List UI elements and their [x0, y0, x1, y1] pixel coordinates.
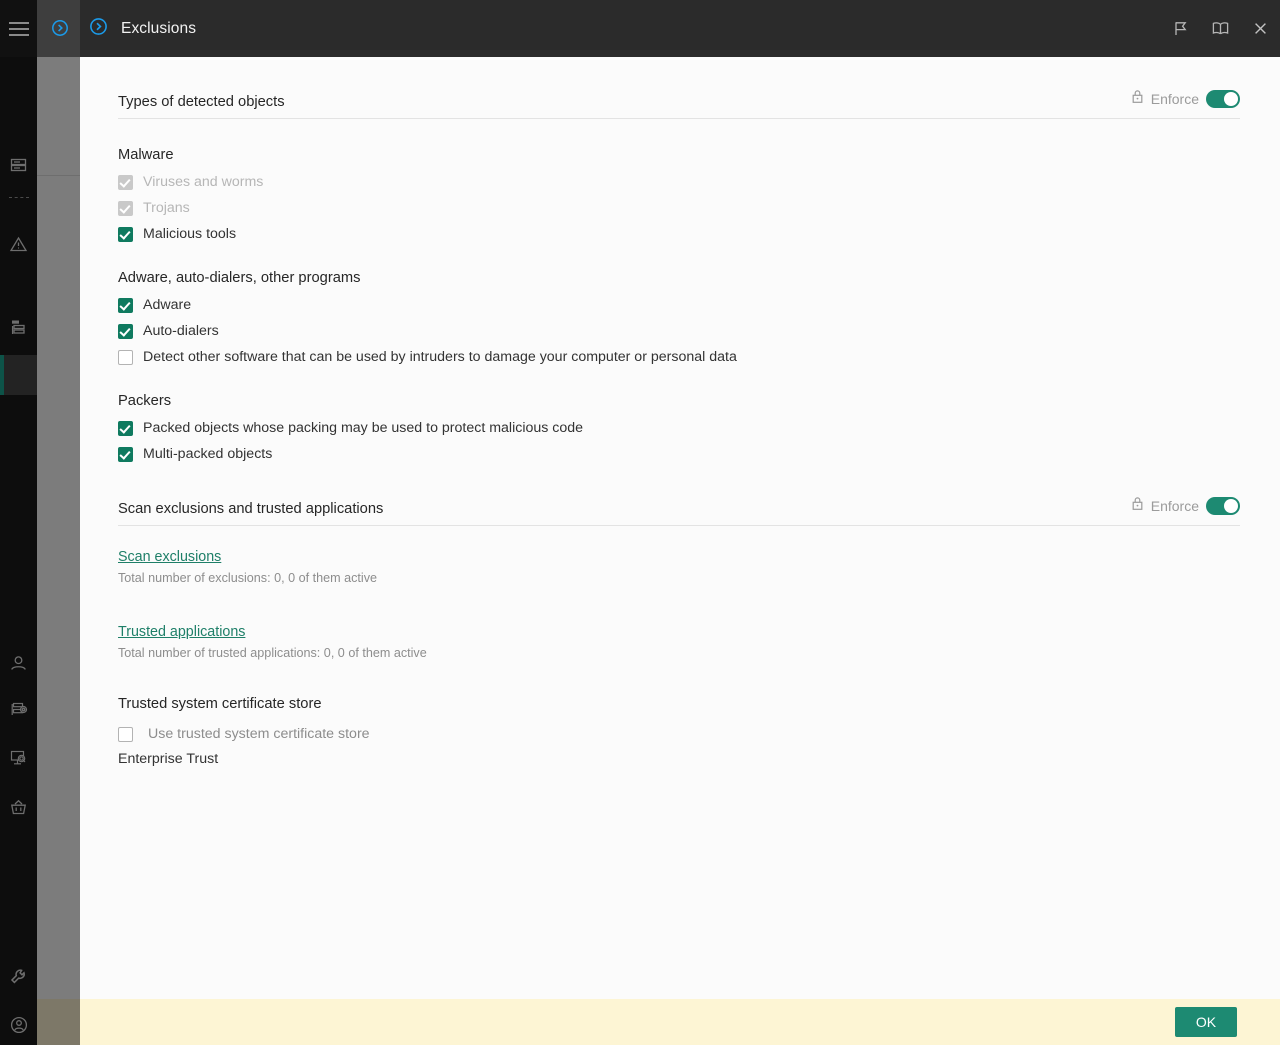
- monitor-search-icon: [9, 749, 29, 767]
- dialog-header: Exclusions: [80, 0, 1280, 57]
- sidebar-item-device-settings[interactable]: [0, 690, 37, 730]
- checkbox-label: Multi-packed objects: [143, 447, 272, 461]
- section-header-scan-exclusions: Scan exclusions and trusted applications…: [118, 496, 1240, 526]
- enforce-toggle[interactable]: [1206, 90, 1240, 108]
- hamburger-menu-icon: [9, 22, 29, 36]
- sidebar-item-policies[interactable]: [0, 307, 37, 347]
- sidebar-nav: [0, 57, 37, 1045]
- checkbox-label: Viruses and worms: [143, 175, 263, 189]
- account-circle-icon: [9, 1015, 29, 1035]
- modal-backdrop: [37, 0, 80, 1045]
- policy-icon: [9, 319, 28, 336]
- checkbox-row-detect-other-software[interactable]: Detect other software that can be used b…: [118, 350, 1240, 365]
- sidebar-menu-button[interactable]: [0, 0, 37, 57]
- section-header-detected-objects: Types of detected objects Enforce: [118, 89, 1240, 119]
- checkbox-row-multi-packed-objects[interactable]: Multi-packed objects: [118, 447, 1240, 462]
- trusted-applications-link[interactable]: Trusted applications: [118, 624, 245, 640]
- checkbox-label: Malicious tools: [143, 227, 236, 241]
- toggle-knob: [1224, 499, 1238, 513]
- checkbox-row-trojans[interactable]: Trojans: [118, 201, 1240, 216]
- person-icon: [9, 655, 28, 672]
- scan-exclusions-subtext: Total number of exclusions: 0, 0 of them…: [118, 571, 1240, 585]
- sidebar-item-alerts[interactable]: [0, 224, 37, 264]
- checkbox-use-trusted-certificate-store: [118, 727, 133, 742]
- checkbox-viruses-and-worms: [118, 175, 133, 190]
- server-icon: [9, 157, 28, 173]
- checkbox-malicious-tools: [118, 227, 133, 242]
- checkbox-detect-other-software: [118, 350, 133, 365]
- checkbox-label: Adware: [143, 298, 191, 312]
- exclusions-dialog: Exclusions: [80, 0, 1280, 1045]
- sidebar-item-settings-active[interactable]: [0, 355, 37, 395]
- backdrop-footer-strip: [37, 999, 80, 1045]
- backdrop-header-strip: [37, 0, 80, 57]
- ok-button[interactable]: OK: [1175, 1007, 1237, 1037]
- close-icon: [1252, 20, 1269, 37]
- screen: Exclusions: [0, 0, 1280, 1045]
- list-gear-icon: [9, 701, 29, 719]
- wrench-icon: [9, 968, 28, 986]
- enforce-control-detected-objects[interactable]: Enforce: [1131, 89, 1240, 110]
- section-title: Scan exclusions and trusted applications: [118, 501, 383, 517]
- checkbox-label: Auto-dialers: [143, 324, 219, 338]
- app-sidebar: [0, 0, 37, 1045]
- dialog-body: Types of detected objects Enforce: [80, 57, 1280, 999]
- sidebar-item-monitoring[interactable]: [0, 145, 37, 185]
- checkbox-packed-objects: [118, 421, 133, 436]
- sidebar-item-account[interactable]: [0, 1005, 37, 1045]
- circle-arrow-right-icon: [89, 17, 108, 41]
- enforce-control-scan-exclusions[interactable]: Enforce: [1131, 496, 1240, 517]
- group-title-adware: Adware, auto-dialers, other programs: [118, 270, 1240, 286]
- checkbox-row-adware[interactable]: Adware: [118, 298, 1240, 313]
- enforce-label: Enforce: [1151, 91, 1199, 107]
- checkbox-trojans: [118, 201, 133, 216]
- book-icon: [1211, 20, 1230, 37]
- group-title-malware: Malware: [118, 147, 1240, 163]
- flag-icon: [1172, 20, 1189, 37]
- scan-exclusions-link[interactable]: Scan exclusions: [118, 549, 221, 565]
- help-button[interactable]: [1200, 0, 1240, 57]
- checkbox-row-packed-objects[interactable]: Packed objects whose packing may be used…: [118, 421, 1240, 436]
- dialog-footer: OK: [80, 999, 1280, 1045]
- flag-button[interactable]: [1160, 0, 1200, 57]
- lock-icon: [1131, 496, 1144, 516]
- scan-exclusions-block: Scan exclusions Total number of exclusio…: [118, 548, 1240, 585]
- sidebar-item-tools[interactable]: [0, 957, 37, 997]
- dialog-title: Exclusions: [121, 20, 196, 38]
- sidebar-divider: [9, 197, 29, 198]
- certificate-store-title: Trusted system certificate store: [118, 696, 1240, 712]
- checkbox-row-viruses-and-worms[interactable]: Viruses and worms: [118, 175, 1240, 190]
- sidebar-item-users[interactable]: [0, 643, 37, 683]
- checkbox-label: Detect other software that can be used b…: [143, 350, 737, 364]
- warning-triangle-icon: [9, 236, 28, 253]
- checkbox-multi-packed-objects: [118, 447, 133, 462]
- backdrop-band: [37, 175, 80, 176]
- group-title-packers: Packers: [118, 393, 1240, 409]
- trusted-applications-subtext: Total number of trusted applications: 0,…: [118, 646, 1240, 660]
- checkbox-label: Packed objects whose packing may be used…: [143, 421, 583, 435]
- checkbox-label: Trojans: [143, 201, 190, 215]
- checkbox-label: Use trusted system certificate store: [148, 726, 370, 742]
- lock-icon: [1131, 89, 1144, 109]
- checkbox-auto-dialers: [118, 324, 133, 339]
- checkbox-row-use-trusted-certificate-store[interactable]: Use trusted system certificate store: [118, 726, 1240, 742]
- circle-arrow-right-icon: [51, 19, 69, 42]
- toggle-knob: [1224, 92, 1238, 106]
- basket-icon: [9, 799, 28, 816]
- certificate-store-value: Enterprise Trust: [118, 751, 1240, 767]
- enforce-label: Enforce: [1151, 498, 1199, 514]
- checkbox-adware: [118, 298, 133, 313]
- checkbox-row-auto-dialers[interactable]: Auto-dialers: [118, 324, 1240, 339]
- sidebar-item-discovery[interactable]: [0, 738, 37, 778]
- trusted-applications-block: Trusted applications Total number of tru…: [118, 623, 1240, 660]
- close-button[interactable]: [1240, 0, 1280, 57]
- checkbox-row-malicious-tools[interactable]: Malicious tools: [118, 227, 1240, 242]
- enforce-toggle[interactable]: [1206, 497, 1240, 515]
- section-title: Types of detected objects: [118, 94, 285, 110]
- sidebar-item-marketplace[interactable]: [0, 787, 37, 827]
